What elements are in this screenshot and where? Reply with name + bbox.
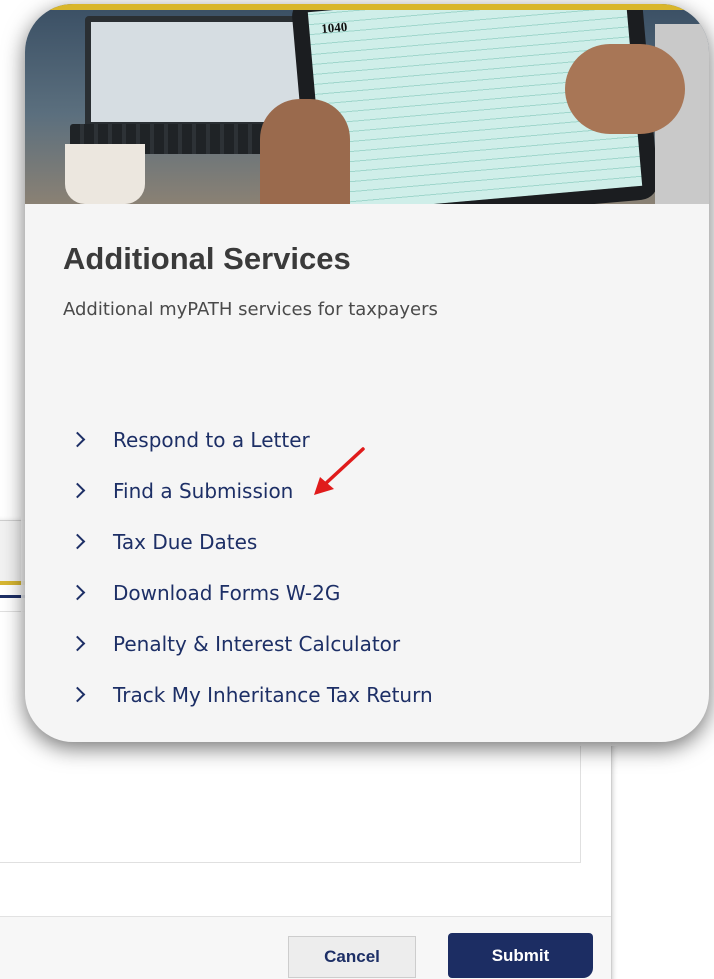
hero-image: 1040 [25,4,709,204]
submit-button[interactable]: Submit [448,933,593,978]
chevron-right-icon [69,635,86,652]
chevron-right-icon [69,686,86,703]
gold-accent-bar [25,4,709,10]
form-number: 1040 [320,18,348,37]
link-label: Penalty & Interest Calculator [113,631,401,656]
link-label: Find a Submission [113,478,294,503]
link-track-inheritance-tax-return[interactable]: Track My Inheritance Tax Return [69,669,433,720]
screenshot-stage: Cancel Submit 1040 Additional Services A… [0,0,714,979]
link-label: Tax Due Dates [113,529,258,554]
coffee-cup-graphic [65,144,145,204]
link-label: Track My Inheritance Tax Return [113,682,433,707]
card-title: Additional Services [63,241,351,276]
link-tax-due-dates[interactable]: Tax Due Dates [69,516,433,567]
chevron-right-icon [69,482,86,499]
additional-services-card: 1040 Additional Services Additional myPA… [25,4,709,742]
chevron-right-icon [69,431,86,448]
link-penalty-interest-calculator[interactable]: Penalty & Interest Calculator [69,618,433,669]
right-hand-graphic [565,44,685,134]
chevron-right-icon [69,584,86,601]
cancel-button[interactable]: Cancel [288,936,416,978]
red-pointer-arrow-icon [314,447,365,495]
link-label: Respond to a Letter [113,427,310,452]
left-hand-graphic [260,99,350,204]
card-subtitle: Additional myPATH services for taxpayers [63,299,438,320]
link-label: Download Forms W-2G [113,580,341,605]
link-download-forms-w2g[interactable]: Download Forms W-2G [69,567,433,618]
chevron-right-icon [69,533,86,550]
